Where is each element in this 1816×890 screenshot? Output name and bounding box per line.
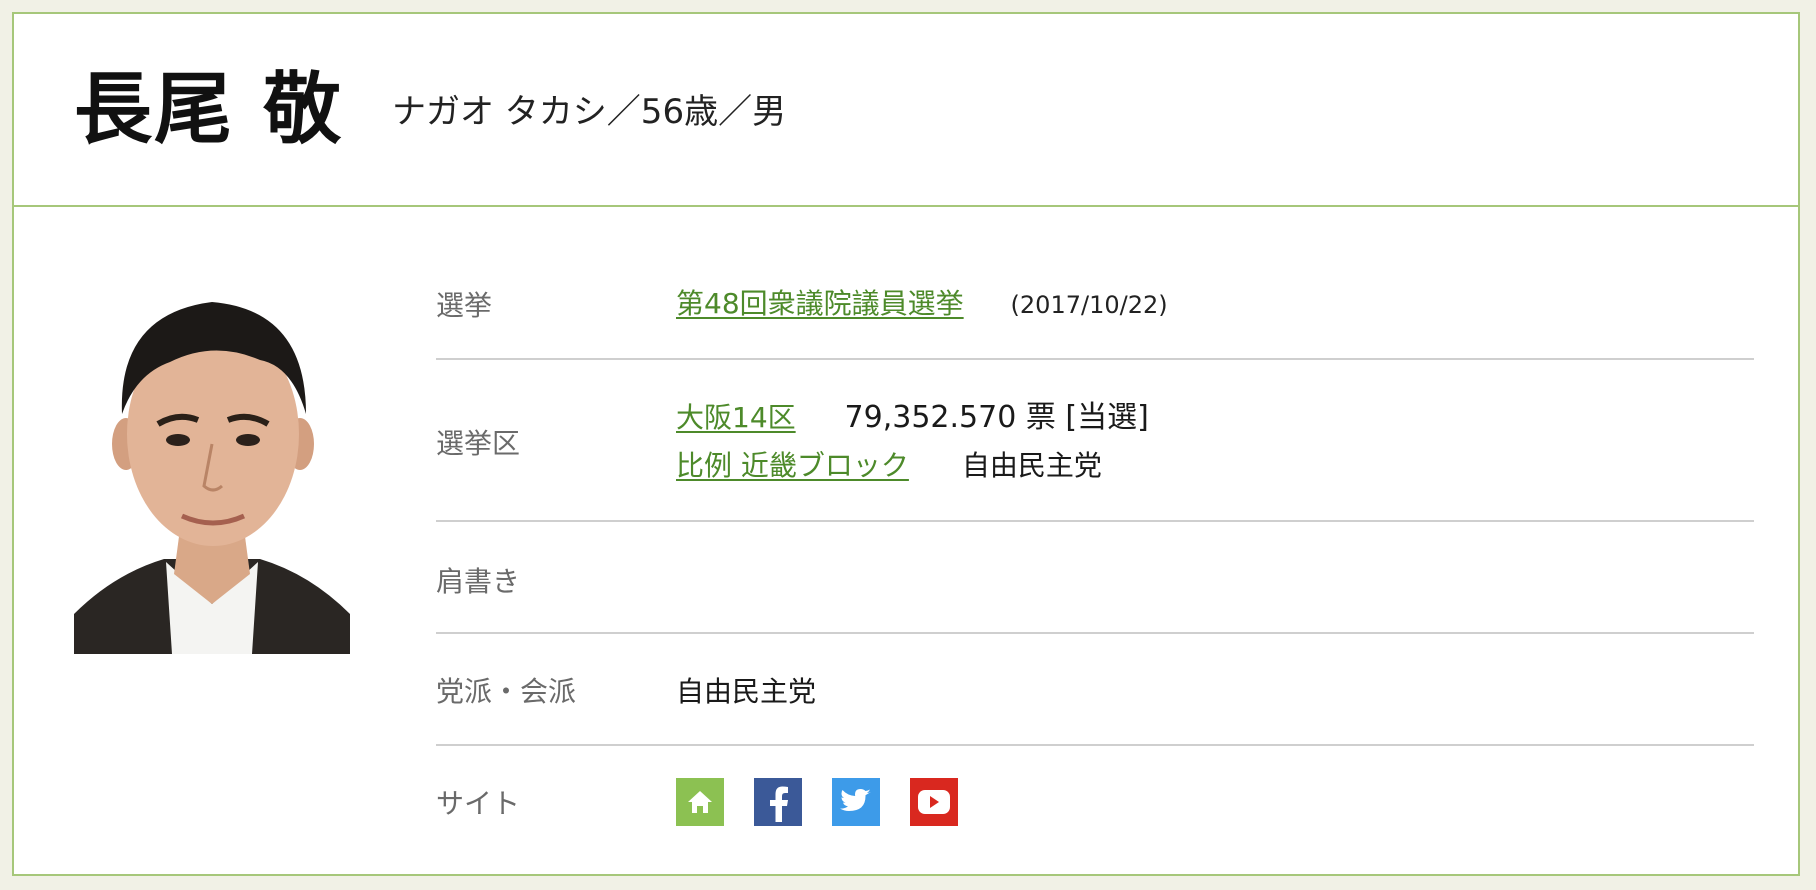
candidate-info-table: 選挙 第48回衆議院議員選挙 (2017/10/22) 選挙区 大阪14区 79… <box>436 248 1754 858</box>
candidate-name: 長尾 敬 <box>74 65 344 155</box>
candidate-photo <box>74 274 350 654</box>
row-district: 選挙区 大阪14区 79,352.570 票 [当選] 比例 近畿ブロック 自由… <box>436 360 1754 522</box>
row-label: 肩書き <box>436 565 521 598</box>
candidate-subtitle: ナガオ タカシ／56歳／男 <box>392 92 787 132</box>
pr-block-link[interactable]: 比例 近畿ブロック <box>676 449 909 482</box>
youtube-icon[interactable] <box>910 778 958 826</box>
row-party: 党派・会派 自由民主党 <box>436 634 1754 746</box>
twitter-icon[interactable] <box>832 778 880 826</box>
row-label: 選挙 <box>436 289 493 322</box>
portrait-image <box>74 274 350 654</box>
pr-line: 比例 近畿ブロック 自由民主党 <box>676 442 1149 490</box>
row-value: 大阪14区 79,352.570 票 [当選] 比例 近畿ブロック 自由民主党 <box>676 394 1149 490</box>
district-line: 大阪14区 79,352.570 票 [当選] <box>676 394 1149 442</box>
party-value: 自由民主党 <box>676 675 817 708</box>
candidate-card: 長尾 敬 ナガオ タカシ／56歳／男 選挙 第48回衆議院議員選挙 (2017/… <box>12 12 1800 876</box>
election-date: (2017/10/22) <box>1010 291 1168 319</box>
district-link[interactable]: 大阪14区 <box>676 401 796 434</box>
row-election: 選挙 第48回衆議院議員選挙 (2017/10/22) <box>436 248 1754 360</box>
home-icon[interactable] <box>676 778 724 826</box>
row-site: サイト <box>436 746 1754 858</box>
candidate-header: 長尾 敬 ナガオ タカシ／56歳／男 <box>14 14 1798 207</box>
row-label: 選挙区 <box>436 427 521 460</box>
vote-count: 79,352.570 票 [当選] <box>844 400 1149 435</box>
row-label: 党派・会派 <box>436 675 577 708</box>
row-value: 第48回衆議院議員選挙 (2017/10/22) <box>676 282 1168 322</box>
election-link[interactable]: 第48回衆議院議員選挙 <box>676 287 964 320</box>
site-icons <box>676 778 958 826</box>
facebook-icon[interactable] <box>754 778 802 826</box>
row-title: 肩書き <box>436 522 1754 634</box>
row-label: サイト <box>436 787 521 820</box>
pr-party: 自由民主党 <box>961 449 1102 482</box>
